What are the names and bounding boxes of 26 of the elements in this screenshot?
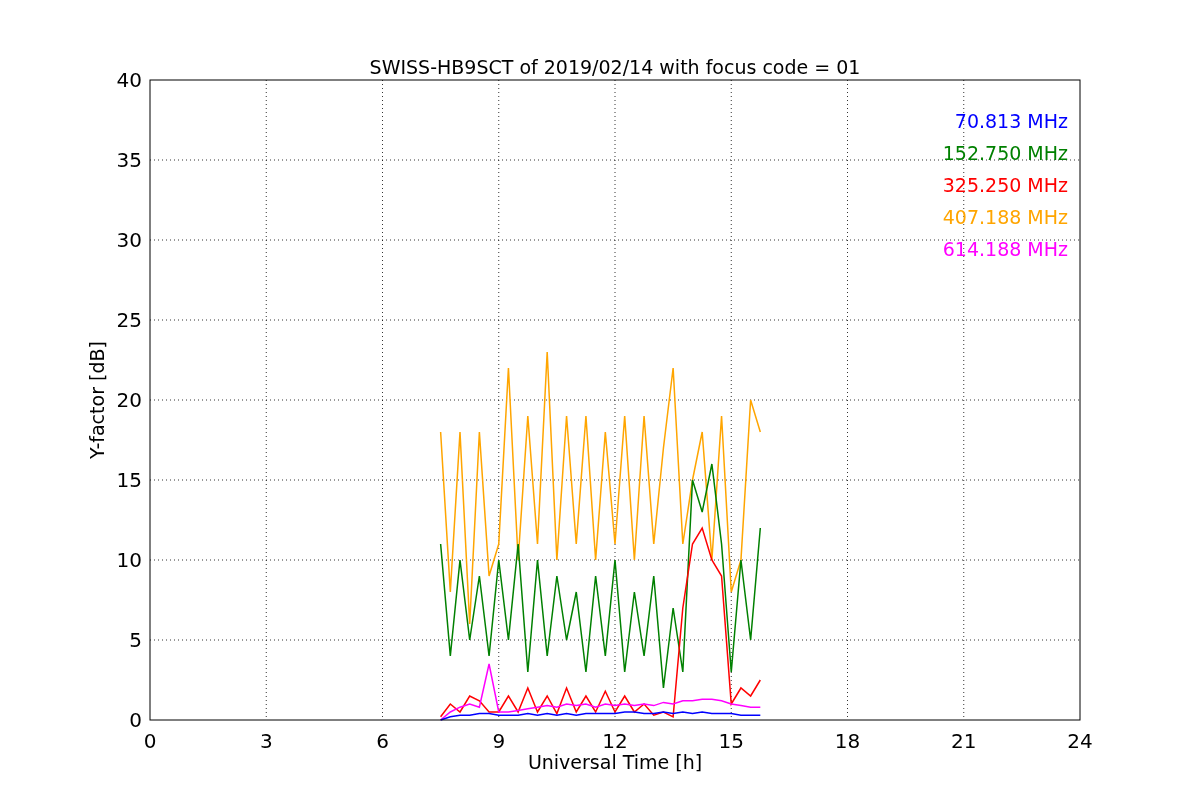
y-tick-label: 5 bbox=[129, 628, 142, 652]
x-tick-label: 12 bbox=[602, 729, 628, 753]
x-tick-label: 9 bbox=[492, 729, 506, 753]
legend-label: 407.188 MHz bbox=[942, 206, 1068, 228]
x-tick-label: 6 bbox=[376, 729, 389, 753]
x-tick-label: 24 bbox=[1067, 729, 1093, 753]
y-tick-label: 10 bbox=[116, 548, 142, 572]
x-tick-label: 21 bbox=[951, 729, 977, 753]
y-tick-label: 20 bbox=[116, 388, 142, 412]
x-tick-label: 18 bbox=[834, 729, 861, 753]
legend-label: 70.813 MHz bbox=[954, 110, 1068, 132]
y-tick-label: 0 bbox=[129, 708, 142, 732]
y-axis-label: Y-factor [dB] bbox=[86, 341, 108, 459]
x-tick-label: 0 bbox=[143, 729, 157, 753]
x-tick-label: 15 bbox=[718, 729, 744, 753]
chart-title: SWISS-HB9SCT of 2019/02/14 with focus code = 01 bbox=[369, 56, 861, 78]
legend-label: 325.250 MHz bbox=[942, 174, 1068, 196]
legend-label: 152.750 MHz bbox=[942, 142, 1068, 164]
legend-label: 614.188 MHz bbox=[942, 238, 1068, 260]
y-tick-label: 15 bbox=[116, 468, 142, 492]
x-tick-label: 3 bbox=[259, 729, 273, 753]
y-tick-label: 25 bbox=[116, 308, 142, 332]
x-axis-label: Universal Time [h] bbox=[527, 751, 703, 773]
y-tick-label: 35 bbox=[116, 148, 142, 172]
y-tick-label: 40 bbox=[116, 68, 142, 92]
y-tick-label: 30 bbox=[116, 228, 142, 252]
